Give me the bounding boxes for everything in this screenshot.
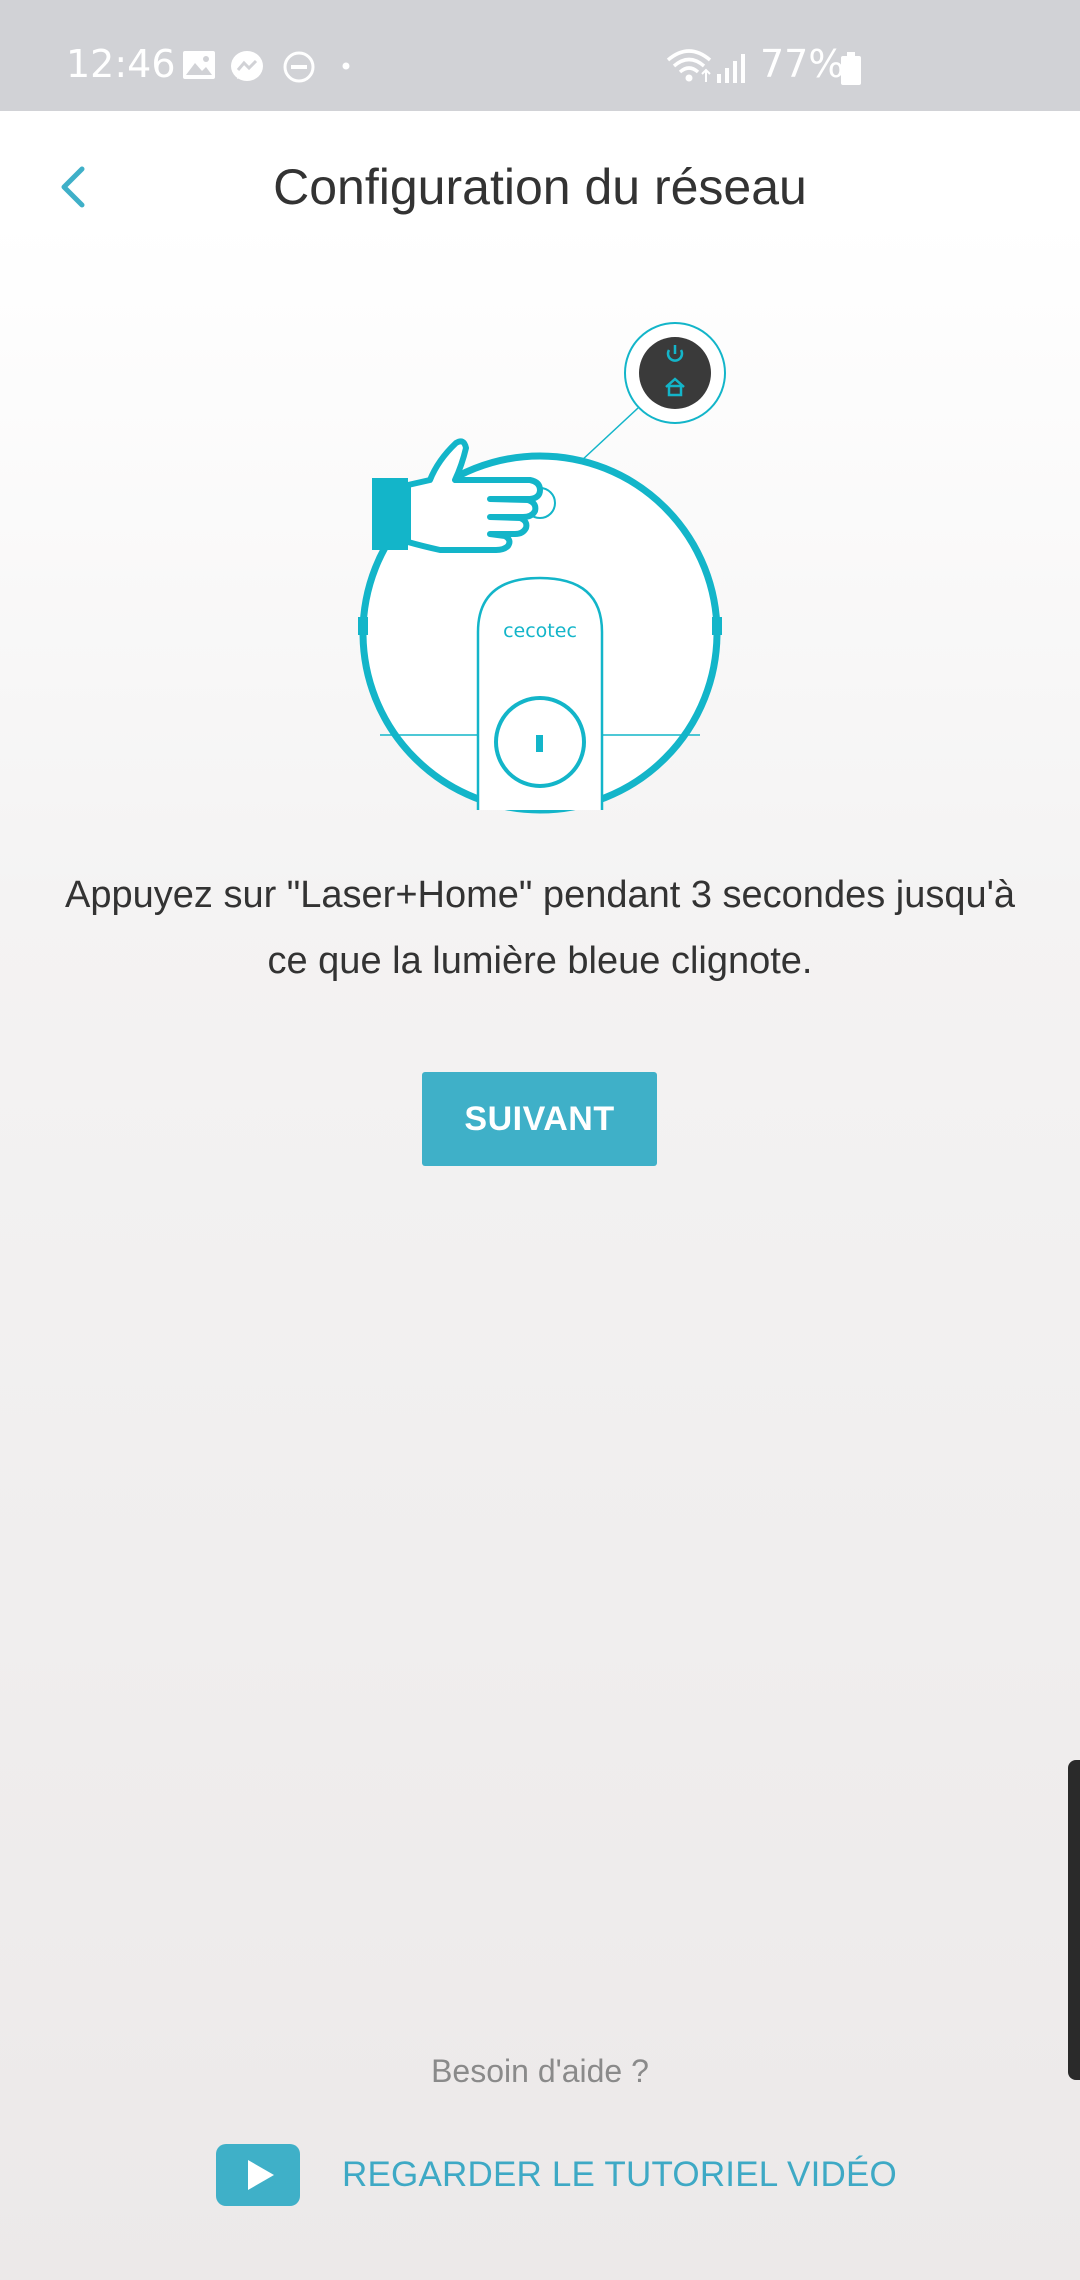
brand-logo: cecotec — [503, 620, 577, 642]
do-not-disturb-icon — [283, 51, 315, 83]
image-icon — [183, 51, 215, 79]
page-title: Configuration du réseau — [273, 159, 807, 215]
battery-percent: 77% — [760, 42, 845, 86]
status-time: 12:46 — [66, 42, 176, 86]
instruction-text: Appuyez sur "Laser+Home" pendant 3 secon… — [65, 874, 1015, 982]
watch-tutorial-link[interactable]: REGARDER LE TUTORIEL VIDÉO — [214, 2140, 897, 2210]
robot-illustration: cecotec — [358, 322, 726, 814]
signal-icon — [717, 54, 745, 83]
edge-panel-handle[interactable] — [1068, 1760, 1080, 2080]
play-video-icon — [216, 2144, 300, 2206]
battery-icon — [841, 52, 861, 85]
next-button[interactable]: SUIVANT — [422, 1072, 657, 1166]
tutorial-label: REGARDER LE TUTORIEL VIDÉO — [342, 2155, 897, 2194]
help-question: Besoin d'aide ? — [431, 2053, 649, 2089]
app-header: Configuration du réseau — [0, 111, 1080, 261]
dot-icon — [342, 62, 350, 70]
messenger-icon — [231, 51, 263, 81]
wifi-icon — [666, 49, 712, 82]
status-bar: 12:46 77% — [0, 0, 1080, 111]
